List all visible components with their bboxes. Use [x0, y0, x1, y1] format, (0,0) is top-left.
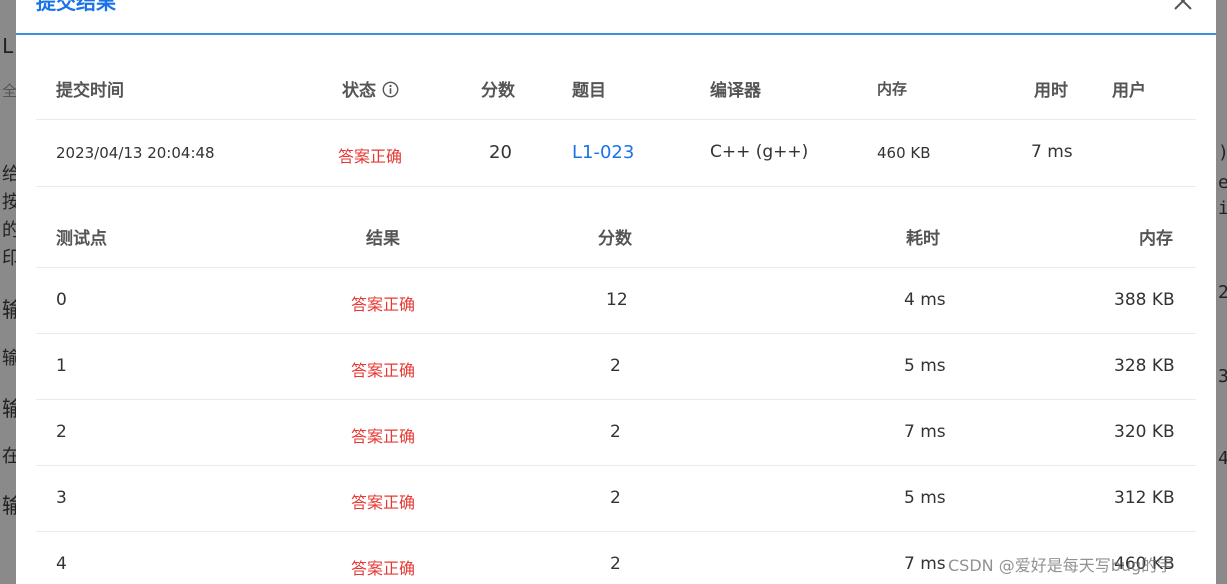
testcase-time: 7 ms	[904, 554, 946, 574]
result-badge: 答案正确	[351, 361, 416, 380]
problem-link[interactable]: L1-023	[572, 142, 634, 163]
bg-char: L	[2, 34, 15, 58]
testcase-id: 4	[56, 554, 67, 574]
bg-char: 输	[2, 397, 16, 421]
header-memory: 内存	[877, 80, 908, 98]
table-row: 1 答案正确 2 5 ms 328 KB	[36, 334, 1196, 400]
bg-char: 印	[2, 248, 16, 269]
testcase-time: 5 ms	[904, 488, 946, 508]
result-badge: 答案正确	[351, 295, 416, 314]
header-submit-time: 提交时间	[56, 81, 124, 101]
testcase-memory: 328 KB	[1114, 356, 1175, 376]
testcase-id: 2	[56, 422, 67, 442]
header-result: 结果	[366, 229, 400, 249]
header-testcase-memory: 内存	[1139, 229, 1173, 249]
bg-char: 给	[2, 164, 16, 185]
testcase-score: 12	[606, 290, 628, 310]
testcase-score: 2	[610, 422, 621, 442]
header-testcase-score: 分数	[598, 229, 632, 249]
bg-char: 的	[2, 220, 16, 241]
table-row: 2 答案正确 2 7 ms 320 KB	[36, 400, 1196, 466]
bg-char: 3	[1218, 366, 1227, 387]
header-user: 用户	[1112, 81, 1146, 101]
testcase-table-header: 测试点 结果 分数 耗时 内存	[36, 187, 1196, 268]
close-icon[interactable]	[1172, 0, 1194, 12]
bg-char: 全	[2, 82, 16, 100]
testcase-score: 2	[610, 488, 621, 508]
testcase-memory: 312 KB	[1114, 488, 1175, 508]
header-time-used: 用时	[1034, 81, 1068, 101]
bg-char: )	[1218, 142, 1227, 163]
bg-char: 4	[1218, 448, 1227, 469]
table-row: 0 答案正确 12 4 ms 388 KB	[36, 268, 1196, 334]
csdn-watermark: CSDN @爱好是每天写bug的宇	[948, 556, 1174, 575]
bg-char: 输	[2, 348, 16, 369]
bg-char: 输	[2, 298, 16, 322]
submission-table-header: 提交时间 状态 分数 题目 编译器 内存 用时 用户	[36, 52, 1196, 120]
testcase-score: 2	[610, 554, 621, 574]
header-status-label: 状态	[342, 81, 376, 101]
bg-char: i	[1218, 198, 1227, 219]
header-problem: 题目	[572, 81, 606, 101]
time-used-value: 7 ms	[1031, 142, 1073, 162]
result-badge: 答案正确	[351, 493, 416, 512]
testcase-id: 1	[56, 356, 67, 376]
testcase-memory: 388 KB	[1114, 290, 1175, 310]
testcase-time: 7 ms	[904, 422, 946, 442]
testcase-memory: 320 KB	[1114, 422, 1175, 442]
bg-char: e	[1218, 172, 1227, 193]
submission-result-dialog: 提交结果 提交时间 状态 分数 题目 编译器 内存 用时 用户 2023/04/…	[16, 0, 1216, 584]
bg-char: 2	[1218, 282, 1227, 303]
submission-score: 20	[489, 142, 512, 163]
bg-char: 输	[2, 494, 16, 518]
bg-char: 按	[2, 192, 16, 213]
submit-time: 2023/04/13 20:04:48	[56, 144, 215, 162]
header-testcase: 测试点	[56, 229, 107, 249]
testcase-id: 3	[56, 488, 67, 508]
compiler-value: C++ (g++)	[710, 142, 809, 162]
testcase-id: 0	[56, 290, 67, 310]
status-badge: 答案正确	[338, 147, 403, 166]
header-compiler: 编译器	[710, 81, 761, 101]
info-icon[interactable]	[382, 81, 399, 98]
result-badge: 答案正确	[351, 559, 416, 578]
result-badge: 答案正确	[351, 427, 416, 446]
testcase-time: 5 ms	[904, 356, 946, 376]
background-page-left: L 全 给 按 的 印 输 输 输 在 输	[0, 0, 16, 584]
submission-row: 2023/04/13 20:04:48 答案正确 20 L1-023 C++ (…	[36, 120, 1196, 187]
dialog-header: 提交结果	[16, 0, 1216, 35]
header-time: 耗时	[906, 229, 940, 249]
testcase-score: 2	[610, 356, 621, 376]
table-row: 3 答案正确 2 5 ms 312 KB	[36, 466, 1196, 532]
dialog-title: 提交结果	[36, 0, 116, 14]
testcase-time: 4 ms	[904, 290, 946, 310]
bg-char: 在	[2, 446, 16, 467]
memory-value: 460 KB	[877, 144, 931, 162]
header-score: 分数	[481, 81, 515, 101]
header-status: 状态	[342, 76, 399, 101]
background-page-right: ) e i 2 3 4	[1216, 0, 1227, 584]
